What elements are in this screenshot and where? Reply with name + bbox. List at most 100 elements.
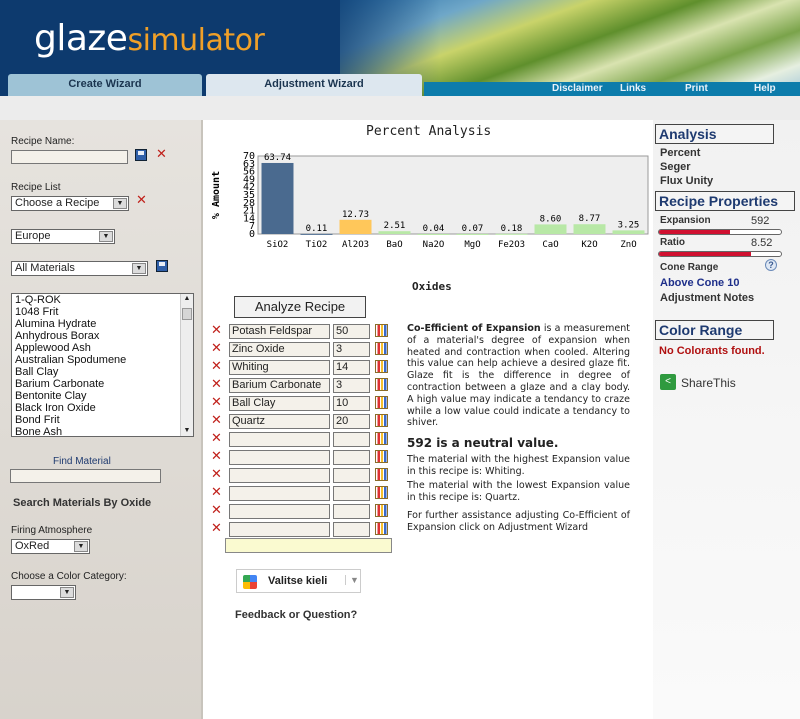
remove-row-icon[interactable]: ✕	[211, 360, 222, 373]
recipe-name-input[interactable]	[11, 150, 128, 164]
tab-adjustment-wizard[interactable]: Adjustment Wizard	[206, 74, 422, 96]
region-select[interactable]: Europe ▼	[11, 229, 115, 244]
material-input[interactable]: Potash Feldspar	[229, 324, 330, 339]
top-nav: Disclaimer Links Print Help	[424, 82, 800, 96]
amount-input[interactable]	[333, 432, 370, 447]
amount-input[interactable]	[333, 450, 370, 465]
amount-input[interactable]: 3	[333, 342, 370, 357]
language-select[interactable]: Valitse kieli ▼	[236, 569, 361, 593]
site-logo[interactable]: glazesimulator	[34, 18, 265, 59]
analyze-recipe-button[interactable]: Analyze Recipe	[234, 296, 366, 318]
adjustment-notes-link[interactable]: Adjustment Notes	[660, 292, 754, 304]
save-materials-icon[interactable]	[156, 260, 168, 272]
material-input[interactable]: Quartz	[229, 414, 330, 429]
materials-filter-select[interactable]: All Materials ▼	[11, 261, 148, 276]
remove-row-icon[interactable]: ✕	[211, 522, 222, 535]
material-chart-icon[interactable]	[375, 378, 388, 391]
analysis-seger-link[interactable]: Seger	[660, 161, 691, 173]
material-chart-icon[interactable]	[375, 324, 388, 337]
amount-input[interactable]: 14	[333, 360, 370, 375]
list-item[interactable]: Black Iron Oxide	[12, 402, 193, 414]
materials-list[interactable]: 1-Q-ROK 1048 Frit Alumina Hydrate Anhydr…	[11, 293, 194, 437]
nav-disclaimer[interactable]: Disclaimer	[552, 82, 603, 96]
list-item[interactable]: Barium Carbonate	[12, 378, 193, 390]
list-item[interactable]: Ball Clay	[12, 366, 193, 378]
list-scrollbar[interactable]: ▲ ▼	[180, 294, 193, 436]
remove-row-icon[interactable]: ✕	[211, 414, 222, 427]
material-chart-icon[interactable]	[375, 504, 388, 517]
material-input[interactable]: Ball Clay	[229, 396, 330, 411]
chart-x-tick: BaO	[386, 240, 402, 250]
material-input[interactable]	[229, 504, 330, 519]
amount-input[interactable]: 50	[333, 324, 370, 339]
remove-row-icon[interactable]: ✕	[211, 396, 222, 409]
material-chart-icon[interactable]	[375, 342, 388, 355]
remove-row-icon[interactable]: ✕	[211, 486, 222, 499]
material-input[interactable]	[229, 522, 330, 537]
amount-input[interactable]	[333, 486, 370, 501]
chart-title: Percent Analysis	[366, 124, 492, 139]
list-item[interactable]: 1048 Frit	[12, 306, 193, 318]
amount-input[interactable]: 10	[333, 396, 370, 411]
recipe-properties-heading: Recipe Properties	[655, 191, 795, 211]
material-chart-icon[interactable]	[375, 414, 388, 427]
clear-recipe-name-icon[interactable]: ✕	[156, 148, 167, 161]
scroll-thumb[interactable]	[182, 308, 192, 320]
material-chart-icon[interactable]	[375, 450, 388, 463]
save-recipe-icon[interactable]	[135, 149, 147, 161]
find-material-input[interactable]	[10, 469, 161, 483]
feedback-link[interactable]: Feedback or Question?	[235, 609, 357, 621]
firing-atmosphere-select[interactable]: OxRed ▼	[11, 539, 90, 554]
list-item[interactable]: Australian Spodumene	[12, 354, 193, 366]
material-chart-icon[interactable]	[375, 486, 388, 499]
remove-row-icon[interactable]: ✕	[211, 342, 222, 355]
recipe-total-bar	[225, 538, 392, 553]
nav-help[interactable]: Help	[754, 82, 776, 96]
material-input[interactable]: Whiting	[229, 360, 330, 375]
search-by-oxide-link[interactable]: Search Materials By Oxide	[13, 497, 151, 509]
amount-input[interactable]	[333, 468, 370, 483]
list-item[interactable]: Bond Frit	[12, 414, 193, 426]
list-item[interactable]: Bentonite Clay	[12, 390, 193, 402]
material-input[interactable]: Barium Carbonate	[229, 378, 330, 393]
material-chart-icon[interactable]	[375, 432, 388, 445]
material-chart-icon[interactable]	[375, 468, 388, 481]
remove-row-icon[interactable]: ✕	[211, 432, 222, 445]
remove-row-icon[interactable]: ✕	[211, 324, 222, 337]
amount-input[interactable]: 20	[333, 414, 370, 429]
chart-bar	[339, 219, 372, 234]
list-item[interactable]: Applewood Ash	[12, 342, 193, 354]
analysis-flux-unity-link[interactable]: Flux Unity	[660, 175, 713, 187]
list-item[interactable]: Alumina Hydrate	[12, 318, 193, 330]
delete-recipe-icon[interactable]: ✕	[136, 194, 147, 207]
analysis-percent-link[interactable]: Percent	[660, 147, 700, 159]
list-item[interactable]: Anhydrous Borax	[12, 330, 193, 342]
remove-row-icon[interactable]: ✕	[211, 504, 222, 517]
recipe-list-select[interactable]: Choose a Recipe ▼	[11, 196, 129, 211]
list-item[interactable]: 1-Q-ROK	[12, 294, 193, 306]
amount-input[interactable]: 3	[333, 378, 370, 393]
material-input[interactable]	[229, 486, 330, 501]
material-input[interactable]	[229, 468, 330, 483]
chevron-down-icon: ▼	[345, 575, 359, 585]
nav-links[interactable]: Links	[620, 82, 646, 96]
remove-row-icon[interactable]: ✕	[211, 378, 222, 391]
material-chart-icon[interactable]	[375, 360, 388, 373]
remove-row-icon[interactable]: ✕	[211, 468, 222, 481]
material-input[interactable]: Zinc Oxide	[229, 342, 330, 357]
material-input[interactable]	[229, 450, 330, 465]
material-input[interactable]	[229, 432, 330, 447]
chevron-down-icon: ▼	[74, 541, 88, 552]
nav-print[interactable]: Print	[685, 82, 708, 96]
scroll-up-icon[interactable]: ▲	[181, 294, 193, 304]
amount-input[interactable]	[333, 504, 370, 519]
material-chart-icon[interactable]	[375, 522, 388, 535]
color-category-select[interactable]: ▼	[11, 585, 76, 600]
material-chart-icon[interactable]	[375, 396, 388, 409]
list-item[interactable]: Bone Ash	[12, 426, 193, 436]
tab-create-wizard[interactable]: Create Wizard	[8, 74, 202, 96]
help-icon[interactable]: ?	[765, 259, 777, 271]
scroll-down-icon[interactable]: ▼	[181, 426, 193, 436]
remove-row-icon[interactable]: ✕	[211, 450, 222, 463]
amount-input[interactable]	[333, 522, 370, 537]
